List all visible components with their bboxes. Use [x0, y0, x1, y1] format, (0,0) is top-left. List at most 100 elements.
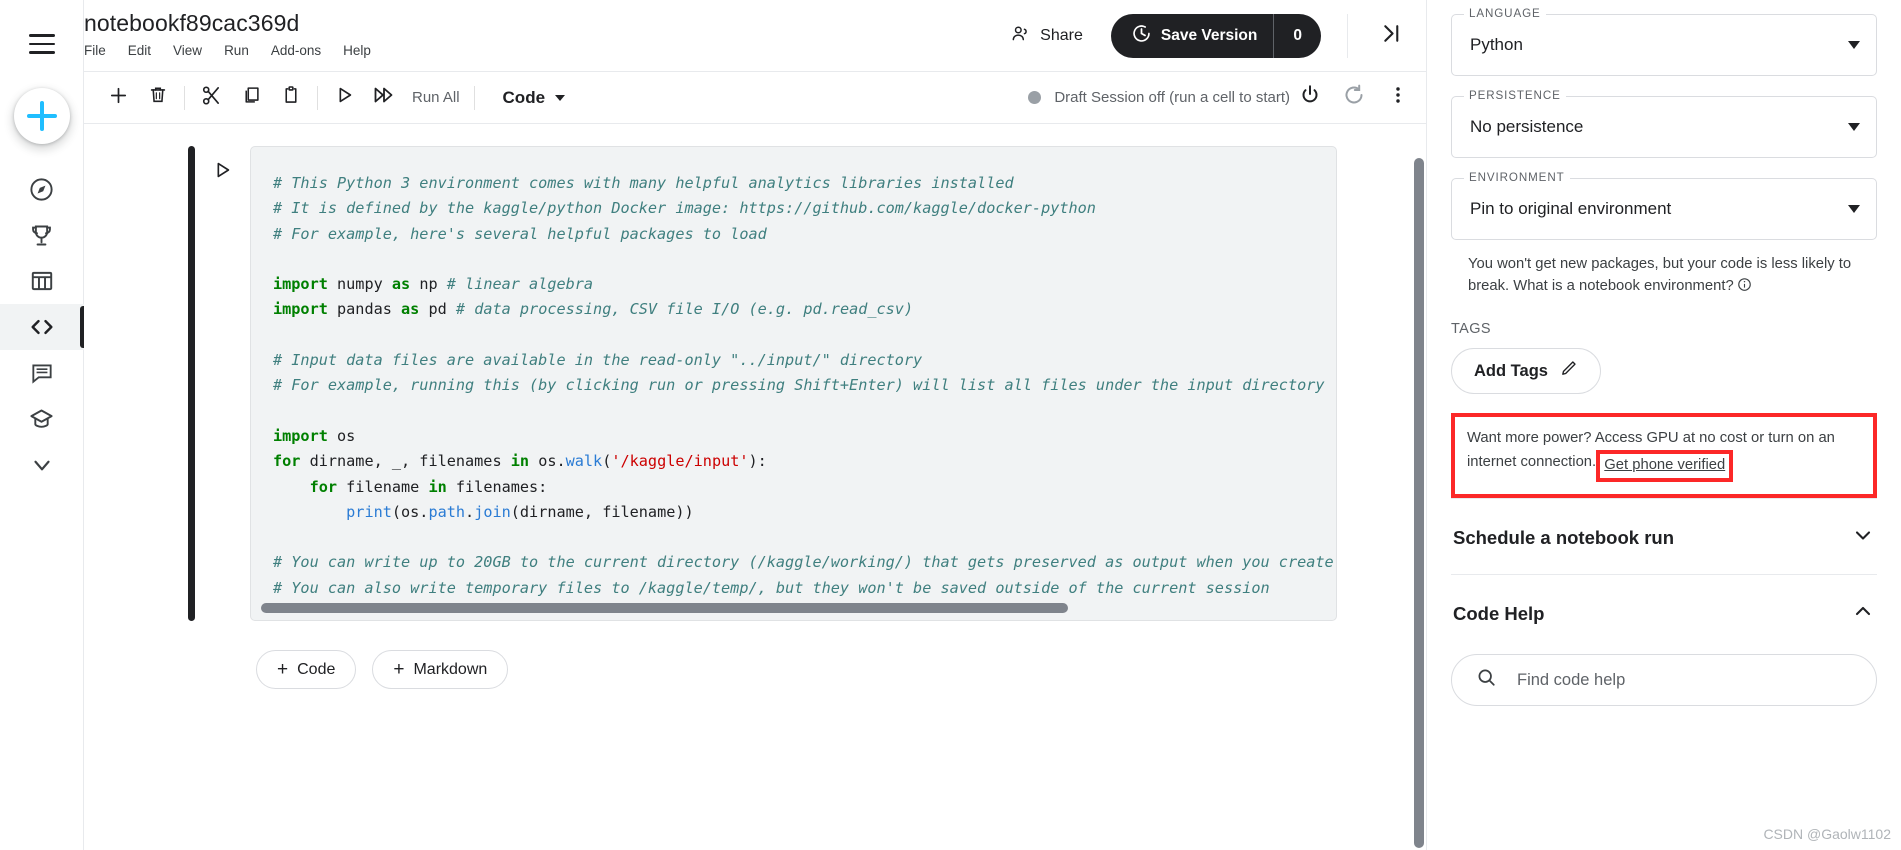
run-all-button[interactable] [364, 78, 404, 118]
add-tags-button[interactable]: Add Tags [1451, 348, 1601, 394]
run-cell-button[interactable] [324, 78, 364, 118]
save-version-button[interactable]: Save Version 0 [1110, 14, 1321, 58]
cut-button[interactable] [191, 78, 231, 118]
notebook-header: notebookf89cac369d File Edit View Run Ad… [84, 0, 1426, 72]
plus-icon [26, 101, 57, 131]
chevron-down-icon [1848, 205, 1860, 213]
cell-run-button[interactable] [202, 146, 242, 186]
menu-help[interactable]: Help [343, 41, 371, 61]
session-status-label: Draft Session off (run a cell to start) [1054, 89, 1290, 106]
power-button[interactable] [1290, 78, 1330, 118]
code-help-label: Code Help [1453, 602, 1545, 624]
restart-button[interactable] [1334, 78, 1374, 118]
menu-file[interactable]: File [84, 41, 106, 61]
notebook-vertical-scrollbar[interactable] [1413, 124, 1425, 850]
get-phone-verified-box[interactable]: Get phone verified [1596, 450, 1734, 482]
add-cell-row: + Code + Markdown [84, 650, 1413, 689]
add-code-cell-button[interactable]: + Code [256, 650, 357, 689]
header-divider [1347, 14, 1348, 58]
environment-select[interactable]: ENVIRONMENT Pin to original environment [1451, 171, 1877, 240]
menu-bar: File Edit View Run Add-ons Help [84, 41, 996, 61]
info-icon[interactable] [1737, 277, 1752, 299]
save-clock-icon [1131, 23, 1152, 49]
copy-icon [240, 84, 262, 111]
chevron-up-icon[interactable] [1851, 599, 1875, 628]
trophy-icon [28, 222, 55, 249]
cell-type-dropdown[interactable]: Code [491, 88, 578, 108]
kaggle-notebook-app: notebookf89cac369d File Edit View Run Ad… [0, 0, 1901, 850]
table-icon [29, 268, 55, 294]
toolbar-divider [184, 85, 185, 110]
paste-button[interactable] [271, 78, 311, 118]
compass-icon [28, 176, 55, 203]
save-version-label: Save Version [1160, 27, 1258, 44]
collapse-sidebar-button[interactable] [1370, 16, 1410, 56]
environment-help-label: You won't get new packages, but your cod… [1468, 256, 1852, 294]
sidebar-item-learn[interactable] [0, 396, 84, 442]
left-rail [0, 0, 84, 850]
sidebar-item-explore[interactable] [0, 166, 84, 212]
chevron-down-icon [29, 452, 55, 478]
sidebar-item-code[interactable] [0, 304, 84, 350]
trash-icon [147, 84, 169, 111]
code-help-section[interactable]: Code Help [1451, 574, 1877, 650]
language-select[interactable]: LANGUAGE Python [1451, 7, 1877, 76]
schedule-notebook-run-section[interactable]: Schedule a notebook run [1451, 498, 1877, 574]
code-help-search-input[interactable]: Find code help [1451, 654, 1877, 706]
chevron-down-icon [1848, 123, 1860, 131]
add-cell-button[interactable] [98, 78, 138, 118]
create-new-button[interactable] [13, 88, 70, 144]
notebook-scroll-area: # This Python 3 environment comes with m… [84, 124, 1413, 850]
chevron-down-icon[interactable] [1851, 523, 1875, 552]
run-all-label[interactable]: Run All [404, 89, 468, 106]
menu-edit[interactable]: Edit [128, 41, 151, 61]
add-code-label: Code [297, 660, 336, 678]
environment-help-text: You won't get new packages, but your cod… [1451, 253, 1877, 299]
sidebar-item-datasets[interactable] [0, 258, 84, 304]
sidebar-item-competitions[interactable] [0, 212, 84, 258]
environment-value: Pin to original environment [1470, 199, 1672, 218]
code-editor[interactable]: # This Python 3 environment comes with m… [250, 146, 1337, 621]
version-count-badge[interactable]: 0 [1274, 27, 1321, 45]
header-left: notebookf89cac369d File Edit View Run Ad… [84, 0, 996, 61]
chevron-down-icon [555, 94, 566, 101]
hamburger-icon [28, 34, 55, 54]
settings-sidebar: LANGUAGE Python PERSISTENCE No persisten… [1426, 0, 1901, 850]
scrollbar-thumb[interactable] [1414, 158, 1424, 848]
persistence-select[interactable]: PERSISTENCE No persistence [1451, 89, 1877, 158]
add-markdown-cell-button[interactable]: + Markdown [372, 650, 509, 689]
save-version-main[interactable]: Save Version [1111, 23, 1274, 49]
schedule-label: Schedule a notebook run [1453, 526, 1674, 548]
code-brackets-icon [28, 313, 56, 341]
pencil-icon [1559, 359, 1578, 383]
share-button[interactable]: Share [996, 15, 1097, 57]
notebook-toolbar: Run All Code Draft Session off (run a ce… [84, 72, 1426, 124]
delete-cell-button[interactable] [138, 78, 178, 118]
code-line: # You can also write temporary files to … [273, 578, 1270, 597]
copy-button[interactable] [231, 78, 271, 118]
play-icon [211, 159, 233, 186]
menu-hamburger-button[interactable] [22, 24, 62, 64]
menu-view[interactable]: View [173, 41, 202, 61]
add-markdown-label: Markdown [413, 660, 488, 678]
code-horizontal-scrollbar[interactable] [261, 603, 1068, 613]
gpu-promo-note: Want more power? Access GPU at no cost o… [1451, 413, 1877, 498]
status-dot-icon [1028, 91, 1042, 104]
code-cell: # This Python 3 environment comes with m… [84, 146, 1413, 621]
more-options-button[interactable] [1378, 78, 1418, 118]
get-phone-verified-link[interactable]: Get phone verified [1604, 457, 1725, 473]
page-title[interactable]: notebookf89cac369d [84, 8, 996, 38]
toolbar-right-actions [1290, 78, 1426, 118]
main-column: notebookf89cac369d File Edit View Run Ad… [84, 0, 1426, 850]
fast-forward-icon [372, 83, 396, 112]
menu-run[interactable]: Run [224, 41, 249, 61]
code-help-placeholder: Find code help [1517, 670, 1626, 689]
code-content[interactable]: # This Python 3 environment comes with m… [251, 147, 1336, 601]
menu-add-ons[interactable]: Add-ons [271, 41, 321, 61]
sidebar-item-more[interactable] [0, 442, 84, 488]
sidebar-item-discussions[interactable] [0, 350, 84, 396]
collapse-right-icon [1378, 21, 1403, 51]
code-line: # For example, running this (by clicking… [273, 376, 1325, 395]
header-right: Share Save Version 0 [996, 0, 1426, 72]
toolbar-divider [473, 85, 475, 110]
